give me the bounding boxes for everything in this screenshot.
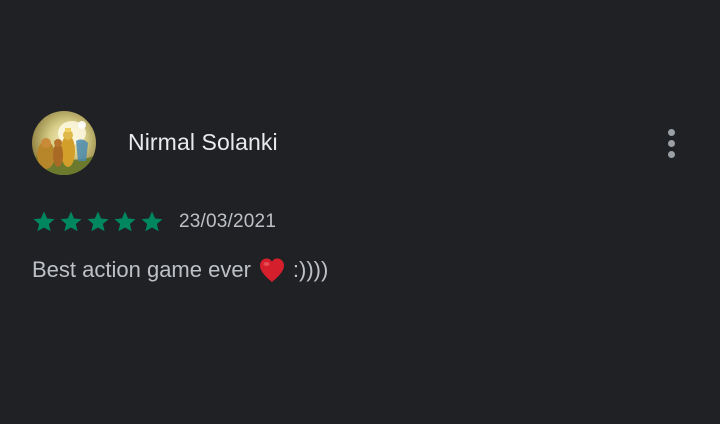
heart-icon: [259, 258, 284, 282]
star-icon: [141, 211, 163, 232]
more-vert-icon-dot: [668, 129, 675, 136]
star-rating: [32, 210, 164, 234]
reviewer-avatar[interactable]: [32, 111, 96, 175]
review-card: Nirmal Solanki 23/03/2021 Best action ga…: [0, 0, 720, 424]
avatar-image: [32, 111, 96, 175]
star-icon: [87, 211, 109, 232]
review-text-main: Best action game ever: [32, 257, 251, 282]
more-vert-icon-dot: [668, 140, 675, 147]
review-date: 23/03/2021: [179, 211, 277, 232]
more-options-button[interactable]: [656, 124, 688, 162]
star-icon: [60, 211, 82, 232]
star-icon: [114, 211, 136, 232]
more-vert-icon-dot: [668, 151, 675, 158]
star-icon: [33, 211, 55, 232]
reviewer-name: Nirmal Solanki: [128, 129, 278, 155]
review-text: Best action game ever :)))): [32, 255, 328, 285]
review-text-suffix: :)))): [292, 257, 329, 282]
rating-row: 23/03/2021: [32, 208, 276, 236]
